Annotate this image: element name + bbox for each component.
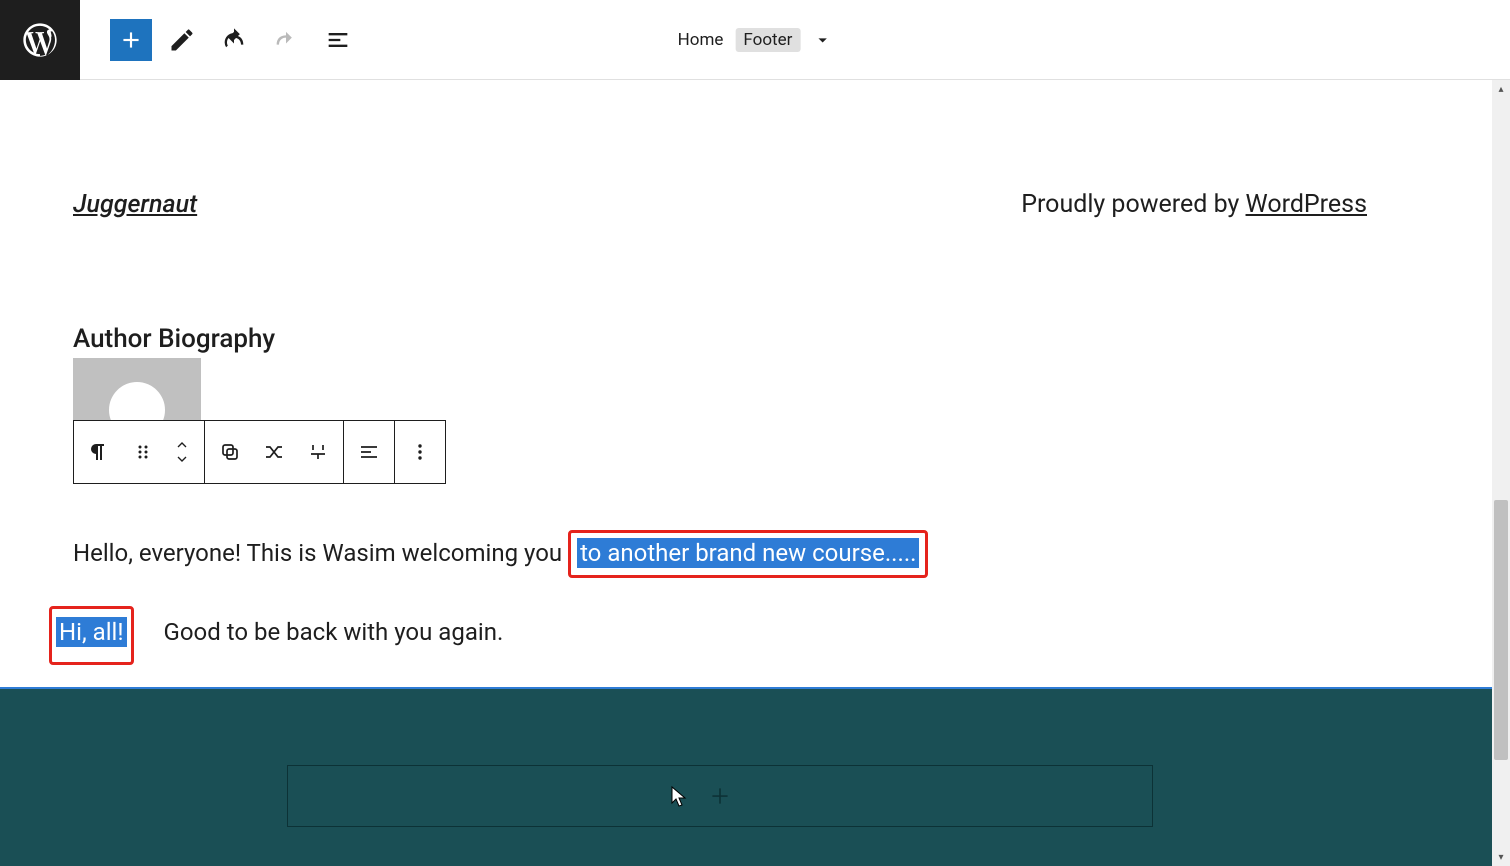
- paragraph-icon: [87, 440, 111, 464]
- wordpress-logo[interactable]: [0, 0, 80, 80]
- plus-icon: [707, 783, 733, 809]
- breadcrumb-template-part: Footer: [735, 28, 800, 52]
- undo-icon: [220, 26, 248, 54]
- more-options-button[interactable]: [407, 439, 433, 465]
- add-block-appender[interactable]: [287, 765, 1153, 827]
- selected-text-2: Hi, all!: [56, 617, 127, 647]
- undo-button[interactable]: [212, 18, 256, 62]
- scroll-down-button[interactable]: ▾: [1492, 848, 1510, 866]
- group-block-teal[interactable]: [0, 687, 1510, 866]
- scroll-up-button[interactable]: ▴: [1492, 80, 1510, 98]
- toolbar-button-1[interactable]: [217, 439, 243, 465]
- block-type-button[interactable]: [86, 439, 112, 465]
- drag-icon: [131, 440, 155, 464]
- shuffle-icon: [262, 440, 286, 464]
- paragraph-block-2[interactable]: Hi, all! Good to be back with you again.: [73, 606, 1367, 666]
- editor-topbar: Home Footer: [0, 0, 1510, 80]
- move-up-icon[interactable]: [174, 438, 190, 452]
- list-view-button[interactable]: [316, 18, 360, 62]
- paragraph-text-plain: Hello, everyone! This is Wasim welcoming…: [73, 539, 568, 567]
- copy-icon: [218, 440, 242, 464]
- redo-button[interactable]: [264, 18, 308, 62]
- paragraph-text-plain-2: Good to be back with you again.: [158, 618, 504, 646]
- scroll-thumb[interactable]: [1494, 500, 1508, 760]
- redo-icon: [272, 26, 300, 54]
- plus-icon: [118, 27, 144, 53]
- more-vertical-icon: [408, 440, 432, 464]
- move-buttons: [174, 438, 192, 466]
- document-breadcrumb[interactable]: Home Footer: [678, 28, 833, 52]
- wordpress-icon: [20, 20, 60, 60]
- vertical-scrollbar[interactable]: ▴ ▾: [1492, 80, 1510, 866]
- annotation-box-1: to another brand new course.....: [568, 530, 928, 578]
- paragraph-block-1[interactable]: Hello, everyone! This is Wasim welcoming…: [73, 530, 1367, 578]
- chevron-down-icon: [812, 30, 832, 50]
- footer-row: Juggernaut Proudly powered by WordPress: [73, 190, 1367, 219]
- add-block-button[interactable]: [110, 19, 152, 61]
- selected-text-1: to another brand new course.....: [577, 538, 919, 568]
- move-down-icon[interactable]: [174, 452, 190, 466]
- editor-canvas[interactable]: Juggernaut Proudly powered by WordPress …: [0, 80, 1510, 866]
- pencil-icon: [168, 26, 196, 54]
- wordpress-link[interactable]: WordPress: [1246, 190, 1367, 219]
- align-left-icon: [357, 440, 381, 464]
- toolbar-button-3[interactable]: [305, 439, 331, 465]
- block-toolbar: [73, 420, 446, 484]
- author-biography-heading[interactable]: Author Biography: [73, 324, 1367, 354]
- powered-by-text: Proudly powered by WordPress: [1021, 190, 1367, 219]
- toolbar-left: [80, 18, 360, 62]
- annotation-box-2: Hi, all!: [49, 606, 134, 666]
- drag-handle[interactable]: [130, 439, 156, 465]
- breadcrumb-home: Home: [678, 30, 724, 50]
- toolbar-button-2[interactable]: [261, 439, 287, 465]
- edit-tool-button[interactable]: [160, 18, 204, 62]
- footer-template-content: Juggernaut Proudly powered by WordPress …: [0, 80, 1440, 665]
- site-title-link[interactable]: Juggernaut: [73, 190, 197, 219]
- split-icon: [306, 440, 330, 464]
- align-button[interactable]: [356, 439, 382, 465]
- list-view-icon: [324, 26, 352, 54]
